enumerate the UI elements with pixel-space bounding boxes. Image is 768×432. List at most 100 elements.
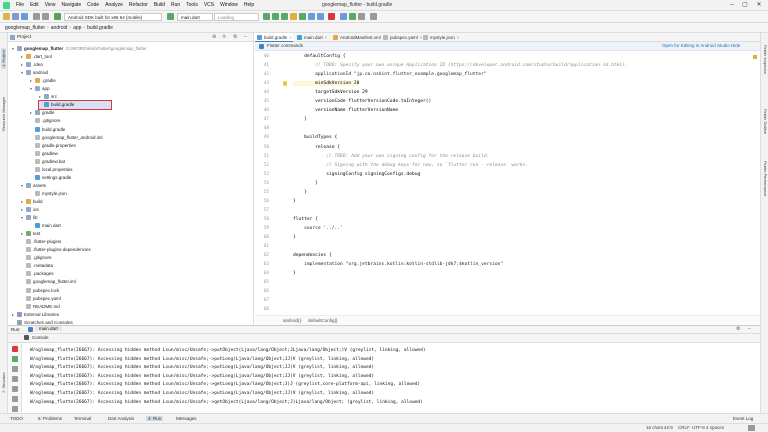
menu-edit[interactable]: Edit <box>27 1 42 10</box>
sdk-manager-icon[interactable] <box>340 13 347 20</box>
tree-item[interactable]: gradle.properties <box>30 142 76 150</box>
menu-navigate[interactable]: Navigate <box>58 1 84 10</box>
editor-tab[interactable]: mystyle.json × <box>421 33 461 42</box>
tree-item[interactable]: main.dart <box>30 222 61 230</box>
scroll-up-icon[interactable] <box>12 366 18 372</box>
project-view-dropdown[interactable]: Project <box>17 34 31 39</box>
stop-icon[interactable] <box>12 346 18 352</box>
attach-icon[interactable] <box>308 13 315 20</box>
open-folder-icon[interactable] <box>3 13 10 20</box>
warning-marker-icon[interactable] <box>753 55 757 59</box>
tree-item[interactable]: ▸ src <box>39 93 57 101</box>
rerun-icon[interactable] <box>12 356 18 362</box>
open-in-android-studio-link[interactable]: Open for Editing in Android Studio Hide <box>662 43 740 48</box>
editor-tab[interactable]: pubspec.yaml × <box>381 33 422 42</box>
resource-manager-tab[interactable]: Resource Manager <box>1 97 6 131</box>
minimize-icon[interactable]: – <box>727 1 737 10</box>
run-config-selector[interactable]: main.dart <box>177 13 213 21</box>
breadcrumb-item[interactable]: googlemap_flutter <box>3 25 47 31</box>
gear-icon[interactable]: ⚙ <box>233 34 237 40</box>
bottom-tab[interactable]: Terminal <box>74 416 91 421</box>
tree-item[interactable]: local.properties <box>30 166 73 174</box>
menu-file[interactable]: File <box>13 1 27 10</box>
tree-item[interactable]: ▸ .gradle <box>30 77 56 85</box>
device-selector[interactable]: Android SDK built for x86 64 (mobile) <box>64 13 162 21</box>
project-structure-icon[interactable] <box>358 13 365 20</box>
menu-code[interactable]: Code <box>84 1 102 10</box>
avd-manager-icon[interactable] <box>349 13 356 20</box>
tree-item[interactable]: ▸ ios <box>21 206 39 214</box>
stop-icon[interactable] <box>328 13 335 20</box>
back-icon[interactable] <box>33 13 40 20</box>
tree-item[interactable]: ▸ .dart_tool <box>21 53 52 61</box>
tree-item[interactable]: ▸ gradle <box>30 109 55 117</box>
collapse-icon[interactable]: ≑ <box>222 34 226 40</box>
hot-reload-icon[interactable] <box>290 13 297 20</box>
tree-item[interactable]: .packages <box>21 270 54 278</box>
flutter-device-icon[interactable] <box>54 13 61 20</box>
line-separator[interactable]: CRLF <box>678 425 690 430</box>
tree-item[interactable]: googlemap_flutter.iml <box>21 278 76 286</box>
tree-item[interactable]: .flutter-plugins <box>21 238 61 246</box>
tree-item[interactable]: build.gradle <box>30 126 65 134</box>
tree-item[interactable]: gradlew <box>30 150 58 158</box>
menu-run[interactable]: Run <box>168 1 183 10</box>
run-icon[interactable] <box>263 13 270 20</box>
editor-tab[interactable]: main.dart × <box>295 33 329 42</box>
tree-item[interactable]: .gitignore <box>30 117 61 125</box>
lock-icon[interactable] <box>748 425 755 431</box>
tree-item[interactable]: mystyle.json <box>30 190 67 198</box>
close-tab-icon[interactable]: × <box>289 35 292 40</box>
close-tab-icon[interactable]: × <box>325 35 328 40</box>
tree-item[interactable]: gradlew.bat <box>30 158 65 166</box>
menu-refactor[interactable]: Refactor <box>126 1 151 10</box>
tree-item[interactable]: .flutter-plugins-dependencies <box>21 246 91 254</box>
tree-item[interactable]: build.gradle <box>38 100 112 111</box>
tree-item[interactable]: .gitignore <box>21 254 52 262</box>
project-tool-tab[interactable]: 1: Project <box>1 48 6 69</box>
editor-tab[interactable]: AndroidManifest.xml× <box>331 33 385 42</box>
tree-item[interactable]: pubspec.yaml <box>21 295 61 303</box>
hide-icon[interactable]: – <box>748 326 751 332</box>
search-icon[interactable] <box>370 13 377 20</box>
lightbulb-icon[interactable] <box>283 81 287 87</box>
crumb-android[interactable]: android{} <box>283 318 301 323</box>
menu-help[interactable]: Help <box>241 1 257 10</box>
hammer-icon[interactable] <box>167 13 174 20</box>
sync-icon[interactable] <box>21 13 28 20</box>
flutter-performance-tab[interactable]: Flutter Performance <box>763 161 768 196</box>
console-tab[interactable]: Console <box>32 335 49 340</box>
tree-item[interactable]: settings.gradle <box>30 174 71 182</box>
menu-vcs[interactable]: VCS <box>201 1 217 10</box>
close-icon[interactable]: ✕ <box>754 1 764 10</box>
debug-icon[interactable] <box>272 13 279 20</box>
run-config-tab[interactable]: main.dart <box>35 326 62 331</box>
flutter-inspector-tab[interactable]: Flutter Inspector <box>763 45 768 74</box>
menu-analyze[interactable]: Analyze <box>102 1 126 10</box>
menu-window[interactable]: Window <box>217 1 241 10</box>
tree-item[interactable]: ▾ android <box>21 69 48 77</box>
close-tab-icon[interactable]: × <box>457 35 460 40</box>
menu-view[interactable]: View <box>42 1 59 10</box>
crumb-defaultconfig[interactable]: defaultConfig{} <box>308 318 338 323</box>
file-encoding[interactable]: UTF-8 <box>692 425 705 430</box>
hide-icon[interactable]: – <box>244 34 247 40</box>
save-icon[interactable] <box>12 13 19 20</box>
structure-tool-tab[interactable]: 7: Structure <box>1 372 6 393</box>
tree-item[interactable]: ▾ app <box>30 85 50 93</box>
coverage-icon[interactable] <box>317 13 324 20</box>
tree-item[interactable]: ▸ .idea <box>21 61 43 69</box>
tree-item[interactable]: pubspec.lock <box>21 287 59 295</box>
print-icon[interactable] <box>12 396 18 402</box>
tree-item[interactable]: ▸ test <box>21 230 40 238</box>
tree-item[interactable]: ▾ googlemap_flutter D:\WORD\iksa\Flutter\g… <box>12 45 147 53</box>
indent-setting[interactable]: 4 spaces <box>706 425 724 430</box>
tree-item[interactable]: ▾ lib <box>21 214 38 222</box>
bottom-tab[interactable]: 6: Problems <box>38 416 62 421</box>
bottom-tab[interactable]: TODO <box>10 416 23 421</box>
event-log-tab[interactable]: Event Log <box>733 416 753 421</box>
globe-icon[interactable]: ⊕ <box>212 34 216 40</box>
menu-build[interactable]: Build <box>151 1 168 10</box>
breadcrumb-item[interactable]: app <box>71 25 83 31</box>
hot-restart-icon[interactable] <box>299 13 306 20</box>
